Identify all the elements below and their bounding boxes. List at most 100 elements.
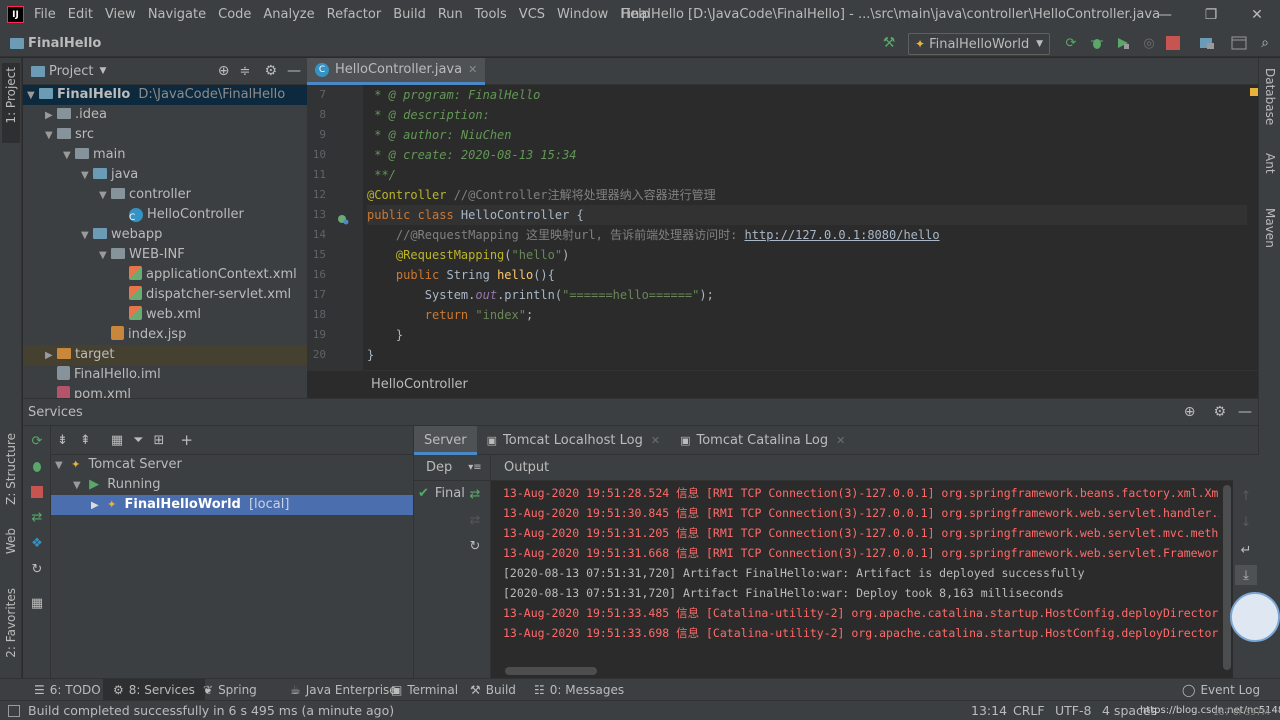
scroll-to-end-icon[interactable]: ⤓ xyxy=(1235,565,1257,585)
gear-icon[interactable]: ⚙ xyxy=(264,63,277,79)
run-configuration-select[interactable]: ✦ FinalHelloWorld ▼ xyxy=(908,33,1050,55)
expand-arrow-icon[interactable]: ▼ xyxy=(73,476,85,496)
expand-arrow-icon[interactable]: ▼ xyxy=(99,246,111,266)
caret-position[interactable]: 13:14 xyxy=(971,701,1007,720)
memory-indicator[interactable]: 187 of 397M xyxy=(1213,707,1270,719)
down-arrow-icon[interactable]: ↓ xyxy=(1237,513,1255,531)
tree-item-index-jsp[interactable]: index.jsp xyxy=(23,325,307,345)
tree-item-web-inf[interactable]: ▼ WEB-INF xyxy=(23,245,307,265)
tool-tab-build[interactable]: ⚒ Build xyxy=(460,679,526,701)
project-structure-icon[interactable] xyxy=(1198,34,1216,52)
undeploy-icon[interactable]: ⇄ xyxy=(466,511,484,529)
expand-arrow-icon[interactable]: ▼ xyxy=(45,126,57,146)
close-tab-icon[interactable]: ✕ xyxy=(468,63,477,76)
hide-panel-icon[interactable]: — xyxy=(1238,404,1252,420)
menu-item-tools[interactable]: Tools xyxy=(469,0,513,30)
code-token[interactable]: http://127.0.0.1:8080/hello xyxy=(745,228,940,242)
profile-icon[interactable]: ◎ xyxy=(1140,34,1158,52)
menu-item-analyze[interactable]: Analyze xyxy=(257,0,320,30)
vertical-scrollbar[interactable] xyxy=(1223,485,1231,670)
menu-item-vcs[interactable]: VCS xyxy=(513,0,551,30)
expand-arrow-icon[interactable]: ▼ xyxy=(27,86,39,106)
menu-item-file[interactable]: File xyxy=(28,0,62,30)
event-log-button[interactable]: ◯ Event Log xyxy=(1172,679,1270,701)
web-tool-button[interactable]: Web xyxy=(4,528,18,554)
tree-item-finalhello-iml[interactable]: FinalHello.iml xyxy=(23,365,307,385)
editor-breadcrumb[interactable]: HelloController xyxy=(307,370,1258,398)
service-node-finalhelloworld[interactable]: ▶ ✦ FinalHelloWorld [local] xyxy=(51,495,413,515)
search-icon[interactable]: ⌕ xyxy=(1256,34,1274,52)
tree-item-applicationcontext-xml[interactable]: applicationContext.xml xyxy=(23,265,307,285)
rerun-icon[interactable]: ⟳ xyxy=(1062,34,1080,52)
menu-item-build[interactable]: Build xyxy=(387,0,432,30)
expand-arrow-icon[interactable]: ▼ xyxy=(55,456,67,476)
expand-arrow-icon[interactable]: ▶ xyxy=(91,496,103,516)
tab-server[interactable]: Server xyxy=(414,425,477,455)
sort-icon[interactable]: ▾≡ xyxy=(468,462,481,473)
collapse-all-icon[interactable]: ≑ xyxy=(240,64,251,79)
tree-item-dispatcher-servlet-xml[interactable]: dispatcher-servlet.xml xyxy=(23,285,307,305)
menu-item-run[interactable]: Run xyxy=(432,0,469,30)
file-encoding[interactable]: UTF-8 xyxy=(1055,701,1091,720)
deploy-icon[interactable]: ⇄ xyxy=(466,485,484,503)
tool-tab-spring[interactable]: ❦ Spring xyxy=(193,679,267,701)
menu-item-view[interactable]: View xyxy=(99,0,142,30)
horizontal-scrollbar[interactable] xyxy=(505,667,597,675)
refresh-icon[interactable]: ↻ xyxy=(28,560,46,578)
code-content[interactable]: * @ program: FinalHello * @ description:… xyxy=(367,85,1247,370)
locate-target-icon[interactable]: ⊕ xyxy=(1184,404,1196,420)
menu-item-navigate[interactable]: Navigate xyxy=(142,0,212,30)
tool-tab-terminal[interactable]: ▣ Terminal xyxy=(381,679,468,701)
expand-arrow-icon[interactable]: ▼ xyxy=(99,186,111,206)
tree-item-java[interactable]: ▼ java xyxy=(23,165,307,185)
tree-item-src[interactable]: ▼ src xyxy=(23,125,307,145)
menu-item-code[interactable]: Code xyxy=(212,0,257,30)
artifact-icon[interactable]: ❖ xyxy=(28,534,46,552)
expand-arrow-icon[interactable]: ▼ xyxy=(81,226,93,246)
deploy-icon[interactable]: ⇄ xyxy=(28,508,46,526)
expand-arrow-icon[interactable]: ▶ xyxy=(45,106,57,126)
panel-toggle-icon[interactable] xyxy=(8,704,20,717)
expand-arrow-icon[interactable]: ▼ xyxy=(81,166,93,186)
expand-arrow-icon[interactable]: ▼ xyxy=(63,146,75,166)
hide-panel-icon[interactable]: — xyxy=(287,63,301,79)
update-app-icon[interactable] xyxy=(28,457,46,475)
structure-tool-button[interactable]: Z: Structure xyxy=(4,433,18,505)
maven-tool-button[interactable]: Maven xyxy=(1263,208,1277,248)
new-tab-icon[interactable]: ⊞ xyxy=(154,433,165,448)
gear-icon[interactable]: ⚙ xyxy=(1213,404,1226,420)
menu-item-window[interactable]: Window xyxy=(551,0,614,30)
run-coverage-icon[interactable] xyxy=(1114,34,1132,52)
project-tool-button[interactable]: 1: Project xyxy=(2,63,20,143)
expand-all-icon[interactable]: ⇟ xyxy=(57,433,68,448)
tree-item-web-xml[interactable]: web.xml xyxy=(23,305,307,325)
up-arrow-icon[interactable]: ↑ xyxy=(1237,487,1255,505)
group-by-icon[interactable]: ▦ xyxy=(111,433,123,448)
layout-icon[interactable]: ▦ xyxy=(28,594,46,612)
locate-target-icon[interactable]: ⊕ xyxy=(218,63,230,79)
collapse-all-icon[interactable]: ⇞ xyxy=(80,433,91,448)
stop-icon[interactable] xyxy=(1166,36,1180,50)
database-tool-button[interactable]: Database xyxy=(1263,68,1277,125)
service-node-running[interactable]: ▼ ▶ Running xyxy=(51,475,413,495)
tool-tab-todo[interactable]: ☰ 6: TODO xyxy=(24,679,111,701)
project-breadcrumb[interactable]: FinalHello xyxy=(10,30,101,57)
expand-arrow-icon[interactable]: ▶ xyxy=(45,346,57,366)
editor-tab-hello-controller[interactable]: C HelloController.java ✕ xyxy=(307,57,486,85)
maximize-icon[interactable]: ❐ xyxy=(1188,0,1234,30)
close-tab-icon[interactable]: ✕ xyxy=(836,426,845,455)
tab-tomcat-localhost-log[interactable]: ▣ Tomcat Localhost Log ✕ xyxy=(477,426,670,455)
chevron-down-icon[interactable]: ▼ xyxy=(99,66,106,76)
tab-tomcat-catalina-log[interactable]: ▣ Tomcat Catalina Log ✕ xyxy=(670,426,855,455)
close-tab-icon[interactable]: ✕ xyxy=(651,426,660,455)
project-view-select[interactable]: Project xyxy=(49,64,93,79)
rerun-icon[interactable]: ⟳ xyxy=(28,432,46,450)
service-node-tomcat-server[interactable]: ▼ ✦ Tomcat Server xyxy=(51,455,413,475)
tree-item-webapp[interactable]: ▼ webapp xyxy=(23,225,307,245)
tree-item-target[interactable]: ▶ target xyxy=(23,345,307,365)
ant-tool-button[interactable]: Ant xyxy=(1263,153,1277,174)
close-icon[interactable]: ✕ xyxy=(1234,0,1280,30)
favorites-tool-button[interactable]: 2: Favorites xyxy=(4,588,18,658)
log-lines[interactable]: 13-Aug-2020 19:51:28.524 信息 [RMI TCP Con… xyxy=(491,481,1259,643)
filter-icon[interactable]: ⏷ xyxy=(133,433,143,448)
